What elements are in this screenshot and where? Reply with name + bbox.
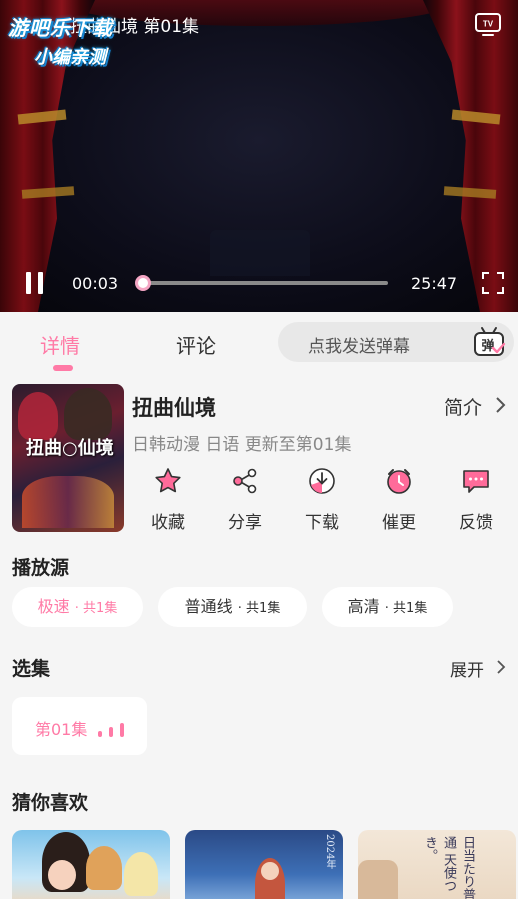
watermark-line-2: 小编亲测 xyxy=(34,47,106,68)
rec-caption: 2024年 xyxy=(324,834,335,870)
anime-title: 扭曲仙境 xyxy=(132,396,216,420)
download-label: 下载 xyxy=(305,513,339,533)
source-name: 极速 xyxy=(37,597,70,616)
danmu-icon-text: 弹 xyxy=(481,338,494,354)
expand-link[interactable]: 展开 xyxy=(450,656,484,681)
pause-bar xyxy=(38,272,43,294)
watermark-logo: 游吧乐下载 小编亲测 xyxy=(8,12,158,69)
favorite-button[interactable]: 收藏 xyxy=(138,466,198,533)
tab-details[interactable]: 详情 xyxy=(40,330,80,359)
rec-character xyxy=(124,852,158,896)
download-icon xyxy=(309,468,335,494)
recommend-card[interactable] xyxy=(12,830,170,899)
episode-item[interactable]: 第01集 xyxy=(12,697,147,755)
danmu-input[interactable]: 点我发送弹幕 弹 xyxy=(278,322,514,362)
source-chip[interactable]: 高清 · 共1集 xyxy=(322,587,453,627)
watermark-line-1: 游吧乐下载 xyxy=(8,16,113,40)
alarm-clock-icon xyxy=(387,469,411,494)
cast-tv-icon[interactable]: TV xyxy=(474,12,502,38)
episode-label: 第01集 xyxy=(35,720,88,739)
sources-title: 播放源 xyxy=(12,557,70,579)
source-count: · 共1集 xyxy=(384,601,428,616)
rec-character xyxy=(358,860,398,899)
share-icon xyxy=(233,468,257,494)
rec-face xyxy=(261,862,279,880)
source-name: 普通线 xyxy=(184,597,233,616)
cover-title: 扭曲○仙境 xyxy=(26,438,114,459)
share-label: 分享 xyxy=(228,513,262,533)
pause-button[interactable] xyxy=(24,272,46,296)
urge-update-button[interactable]: 催更 xyxy=(369,466,429,533)
anime-meta: 日韩动漫 日语 更新至第01集 xyxy=(132,435,352,455)
source-count: · 共1集 xyxy=(237,601,281,616)
progress-knob[interactable] xyxy=(135,275,151,291)
danmu-placeholder: 点我发送弹幕 xyxy=(308,337,410,357)
pause-bar xyxy=(26,272,31,294)
current-time: 00:03 xyxy=(72,274,119,293)
chevron-right-icon[interactable] xyxy=(496,659,506,675)
progress-bar[interactable] xyxy=(135,275,388,291)
playing-equalizer-icon xyxy=(98,721,128,737)
favorite-label: 收藏 xyxy=(151,513,185,533)
player-controls: 00:03 25:47 xyxy=(0,266,518,302)
source-chip[interactable]: 普通线 · 共1集 xyxy=(158,587,307,627)
share-button[interactable]: 分享 xyxy=(215,466,275,533)
tab-bar: 详情 评论 点我发送弹幕 弹 xyxy=(0,312,518,372)
cover-character xyxy=(64,388,112,440)
cover-characters-group xyxy=(22,476,114,528)
recommend-title: 猜你喜欢 xyxy=(12,792,89,814)
episodes-title: 选集 xyxy=(12,658,51,680)
equalizer-bar xyxy=(109,727,113,737)
feedback-icon xyxy=(463,470,489,493)
rec-character xyxy=(86,846,122,890)
equalizer-bar xyxy=(98,731,102,737)
rec-caption: 日当たり普通 天使つき。 xyxy=(422,836,475,899)
danmu-icon[interactable]: 弹 xyxy=(472,325,506,359)
anime-cover-image[interactable]: 扭曲○仙境 xyxy=(12,384,124,532)
download-button[interactable]: 下载 xyxy=(292,466,352,533)
cover-character xyxy=(18,392,58,440)
equalizer-bar xyxy=(120,723,124,737)
chevron-right-icon[interactable] xyxy=(494,396,506,414)
feedback-label: 反馈 xyxy=(459,513,493,533)
tab-active-indicator xyxy=(53,365,73,371)
star-icon xyxy=(155,468,181,493)
svg-text:TV: TV xyxy=(483,20,494,29)
total-time: 25:47 xyxy=(411,274,458,293)
source-name: 高清 xyxy=(347,597,380,616)
urge-update-label: 催更 xyxy=(382,513,416,533)
rec-face xyxy=(48,860,76,890)
source-chip[interactable]: 极速 · 共1集 xyxy=(12,587,143,627)
recommend-card[interactable]: 2024年 xyxy=(185,830,343,899)
feedback-button[interactable]: 反馈 xyxy=(446,466,506,533)
tab-comments[interactable]: 评论 xyxy=(176,330,216,359)
source-count: · 共1集 xyxy=(74,601,118,616)
recommend-card[interactable]: 日当たり普通 天使つき。 xyxy=(358,830,516,899)
intro-link[interactable]: 简介 xyxy=(444,393,482,420)
video-player[interactable]: 扭曲仙境 第01集 游吧乐下载 小编亲测 TV 00:03 25:47 xyxy=(0,0,518,312)
action-row: 收藏 分享 下载 催更 反馈 xyxy=(132,466,510,536)
fullscreen-icon[interactable] xyxy=(481,271,505,295)
